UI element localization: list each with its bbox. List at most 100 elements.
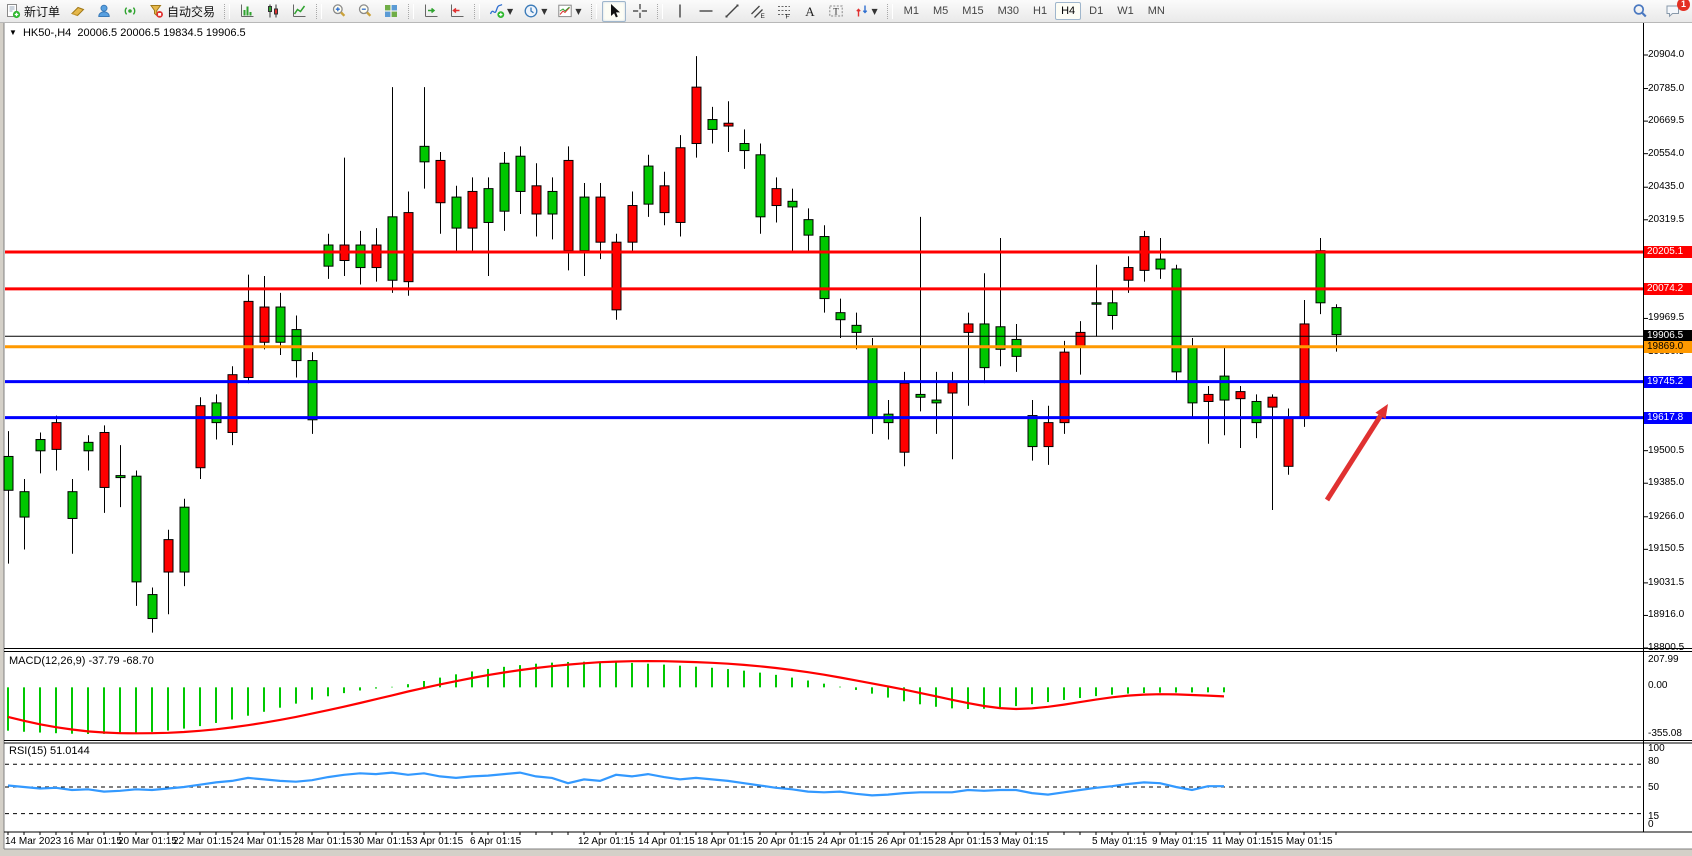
candle-body xyxy=(756,155,765,217)
candle-body xyxy=(628,206,637,243)
bar-chart-icon xyxy=(239,3,255,19)
styler-icon xyxy=(70,3,86,19)
chart-shift-button[interactable] xyxy=(445,1,469,22)
zoom-in-button[interactable] xyxy=(327,1,351,22)
svg-text:F: F xyxy=(785,14,789,20)
indicators-button[interactable]: ▼ xyxy=(485,1,517,22)
candle-body xyxy=(164,540,173,572)
candle-body xyxy=(788,201,797,207)
timeframe-h1-button[interactable]: H1 xyxy=(1027,2,1053,20)
periods-button[interactable]: ▼ xyxy=(519,1,551,22)
text-icon: A xyxy=(802,3,818,19)
candle-body xyxy=(1316,251,1325,303)
cursor-icon xyxy=(606,3,622,19)
candle-body xyxy=(180,507,189,572)
chart-symbol: HK50-,H4 xyxy=(23,27,71,39)
autotrade-button[interactable]: 自动交易 xyxy=(144,1,219,22)
candle-body xyxy=(532,186,541,214)
arrows-icon xyxy=(854,3,870,19)
text-button[interactable]: A xyxy=(798,1,822,22)
templates-button[interactable]: ▼ xyxy=(553,1,585,22)
candlestick-chart-button[interactable] xyxy=(261,1,285,22)
signals-icon xyxy=(122,3,138,19)
candle-body xyxy=(52,423,61,450)
svg-text:T: T xyxy=(833,7,839,17)
candle-body xyxy=(4,456,13,490)
timeframe-w1-button[interactable]: W1 xyxy=(1111,2,1140,20)
timeframe-m15-button[interactable]: M15 xyxy=(956,2,989,20)
toolbar-separator xyxy=(887,4,893,19)
candle-body xyxy=(692,87,701,143)
autotrade-icon xyxy=(148,3,164,19)
line-chart-button[interactable] xyxy=(287,1,311,22)
candle-body xyxy=(948,382,957,393)
auto-scroll-button[interactable] xyxy=(419,1,443,22)
styler-button[interactable] xyxy=(66,1,90,22)
crosshair-button[interactable] xyxy=(628,1,652,22)
toolbar-right: 1 xyxy=(1627,0,1692,22)
candle-body xyxy=(292,330,301,361)
text-label-icon: T xyxy=(828,3,844,19)
chat-button[interactable]: 1 xyxy=(1661,1,1685,22)
signals-button[interactable] xyxy=(118,1,142,22)
candle-body xyxy=(404,213,413,282)
candle-body xyxy=(100,432,109,487)
tile-windows-button[interactable] xyxy=(379,1,403,22)
new-order-button-label: 新订单 xyxy=(24,3,60,20)
timeframe-mn-button[interactable]: MN xyxy=(1142,2,1171,20)
candle-body xyxy=(68,492,77,519)
timeframe-h4-button[interactable]: H4 xyxy=(1055,2,1081,20)
timeframe-m1-button[interactable]: M1 xyxy=(898,2,925,20)
rsi-value: 51.0144 xyxy=(50,745,90,757)
ohlc-low: 19834.5 xyxy=(163,27,203,39)
candle-body xyxy=(244,301,253,377)
candle-body xyxy=(580,197,589,251)
candle-body xyxy=(676,148,685,223)
svg-text:E: E xyxy=(760,13,765,19)
zoom-out-button[interactable] xyxy=(353,1,377,22)
macd-title: MACD(12,26,9) xyxy=(9,655,85,667)
vertical-line-button[interactable] xyxy=(668,1,692,22)
toolbar-separator xyxy=(474,4,480,19)
candle-body xyxy=(1172,269,1181,372)
candle-body xyxy=(132,476,141,582)
candle-body xyxy=(932,400,941,403)
candle-body xyxy=(116,476,125,478)
candle-body xyxy=(660,186,669,213)
new-order-button[interactable]: 新订单 xyxy=(1,1,64,22)
bar-chart-button[interactable] xyxy=(235,1,259,22)
candle-body xyxy=(1124,268,1133,281)
symbol-dropdown-icon[interactable]: ▼ xyxy=(9,28,17,37)
arrows-button[interactable]: ▼ xyxy=(850,1,882,22)
crosshair-icon xyxy=(632,3,648,19)
notification-badge: 1 xyxy=(1677,0,1690,11)
timeframe-m5-button[interactable]: M5 xyxy=(927,2,954,20)
fibonacci-button[interactable]: F xyxy=(772,1,796,22)
cursor-button[interactable] xyxy=(602,1,626,22)
trendline-button[interactable] xyxy=(720,1,744,22)
candle-body xyxy=(468,191,477,228)
candle-body xyxy=(420,146,429,162)
candle-body xyxy=(708,120,717,130)
candle-body xyxy=(1076,332,1085,346)
candle-body xyxy=(1028,416,1037,447)
candle-body xyxy=(804,220,813,236)
timeframe-m30-button[interactable]: M30 xyxy=(992,2,1025,20)
rsi-title: RSI(15) xyxy=(9,745,47,757)
auto-scroll-icon xyxy=(423,3,439,19)
timeframe-d1-button[interactable]: D1 xyxy=(1083,2,1109,20)
chart-canvas[interactable] xyxy=(0,0,1692,856)
community-icon xyxy=(96,3,112,19)
search-button[interactable] xyxy=(1628,1,1652,22)
dropdown-caret-icon: ▼ xyxy=(541,7,547,16)
window-left-edge xyxy=(0,23,4,849)
horizontal-line-button[interactable] xyxy=(694,1,718,22)
candle-body xyxy=(836,313,845,320)
text-label-button[interactable]: T xyxy=(824,1,848,22)
community-button[interactable] xyxy=(92,1,116,22)
candle-body xyxy=(1156,259,1165,269)
equidistant-channel-button[interactable]: E xyxy=(746,1,770,22)
ohlc-high: 20006.5 xyxy=(120,27,160,39)
ohlc-close: 19906.5 xyxy=(206,27,246,39)
candle-body xyxy=(196,406,205,468)
